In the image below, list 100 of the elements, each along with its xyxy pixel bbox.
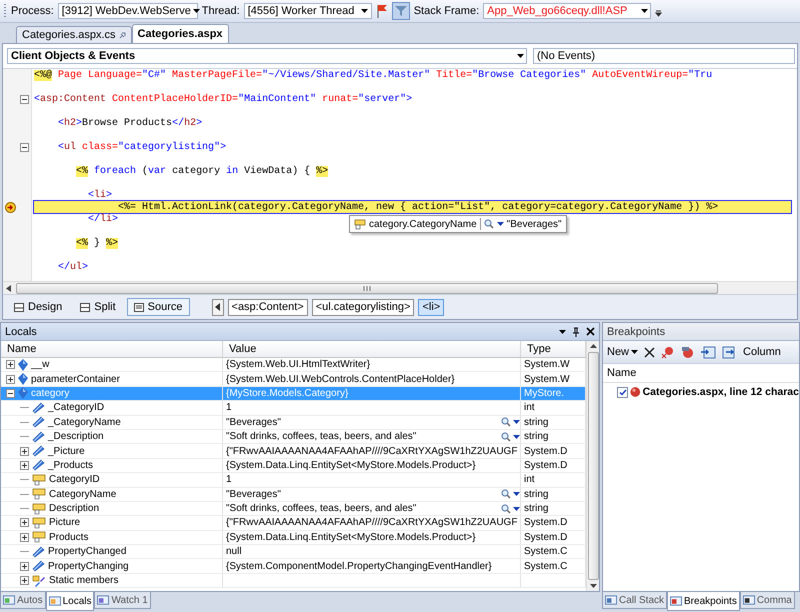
expand-icon[interactable] xyxy=(20,460,29,470)
thread-dropdown[interactable]: [4556] Worker Thread xyxy=(244,3,372,19)
value-cell: "Soft drinks, coffees, teas, beers, and ales" xyxy=(223,502,521,516)
search-icon[interactable] xyxy=(501,489,511,500)
locals-row[interactable]: PropertyChanged null System.C xyxy=(1,545,586,560)
value-cell: {"FRwvAAIAAAANAA4AFAAhAP////9CaXRtYXAgSW1hZ2UAUGF xyxy=(223,516,521,530)
caret-icon xyxy=(193,9,200,13)
locals-row[interactable]: CategoryName "Beverages" string xyxy=(1,488,586,502)
thread-label: Thread: xyxy=(202,5,240,17)
code-line: </ul> xyxy=(57,261,88,273)
variable-type: System.D xyxy=(524,460,568,471)
expand-icon[interactable] xyxy=(20,446,29,456)
view-icon xyxy=(80,302,90,312)
variable-name: __w xyxy=(31,359,50,370)
pin-icon[interactable] xyxy=(572,326,580,336)
locals-row[interactable]: _Picture {"FRwvAAIAAAANAA4AFAAhAP////9CaXRtYXAgSW1hZ2UAUGF System.D xyxy=(1,444,586,459)
search-icon[interactable] xyxy=(501,432,511,442)
field-icon xyxy=(32,560,45,572)
caret-icon[interactable] xyxy=(559,330,566,334)
locals-row[interactable]: __w {System.Web.UI.HtmlTextWriter} System.W xyxy=(1,358,586,372)
tool-window-tab[interactable]: Call Stack xyxy=(602,592,668,609)
scroll-left-button[interactable] xyxy=(212,298,224,316)
variable-name: Picture xyxy=(49,517,80,528)
variable-icon xyxy=(18,387,28,400)
flag-icon[interactable] xyxy=(376,4,388,18)
horizontal-scrollbar[interactable] xyxy=(3,281,797,294)
locals-row[interactable]: _CategoryName "Beverages" string xyxy=(1,416,586,430)
tool-window-tab[interactable]: Locals xyxy=(46,592,94,611)
delete-icon[interactable] xyxy=(644,346,656,358)
column-header[interactable]: Name xyxy=(1,341,223,357)
scroll-left-icon[interactable] xyxy=(6,284,12,292)
field-icon xyxy=(32,416,45,428)
caret-icon xyxy=(631,350,638,354)
tag-breadcrumb[interactable]: <li> xyxy=(418,298,444,316)
column-header[interactable]: Value xyxy=(223,341,521,357)
column-header[interactable]: Name xyxy=(603,364,799,383)
expand-icon[interactable] xyxy=(6,360,15,370)
locals-row[interactable]: _Description "Soft drinks, coffees, teas, beers, and ales" string xyxy=(1,430,586,444)
locals-row[interactable]: Products {System.Data.Linq.EntitySet<MyStore.Models.Product>} System.D xyxy=(1,530,586,546)
field-icon xyxy=(32,459,45,472)
locals-row[interactable]: CategoryID 1 int xyxy=(1,473,586,488)
view-tab[interactable]: Source xyxy=(126,298,190,316)
left-arrow-icon xyxy=(215,303,220,311)
expand-icon[interactable] xyxy=(6,374,15,384)
collapse-icon[interactable] xyxy=(20,94,29,104)
value-cell: {"FRwvAAIAAAANAA4AFAAhAP////9CaXRtYXAgSW1hZ2UAUGF xyxy=(223,444,521,458)
window-icon xyxy=(605,594,617,606)
events-dropdown[interactable]: (No Events) xyxy=(533,48,795,64)
document-tab[interactable]: Categories.aspx xyxy=(132,24,229,43)
locals-row[interactable]: PropertyChanging {System.ComponentModel.PropertyChangingEventHandler} System.C xyxy=(1,559,586,574)
search-icon[interactable] xyxy=(501,504,511,514)
value-cell: {System.ComponentModel.PropertyChangingEventHandler} xyxy=(223,559,521,573)
tool-window-tab[interactable]: Comma xyxy=(740,592,795,609)
tool-window-tab[interactable]: Watch 1 xyxy=(94,592,151,609)
locals-row[interactable]: _CategoryID 1 int xyxy=(1,401,586,416)
locals-row[interactable]: Picture {"FRwvAAIAAAANAA4AFAAhAP////9CaXRtYXAgSW1hZ2UAUGF System.D xyxy=(1,516,586,531)
vertical-scrollbar[interactable] xyxy=(586,341,599,591)
breakpoint-icon xyxy=(630,386,641,398)
field-icon xyxy=(32,445,45,458)
columns-button[interactable]: Column xyxy=(743,346,781,358)
scroll-down-icon[interactable] xyxy=(590,584,596,588)
collapse-icon[interactable] xyxy=(6,388,15,398)
field-icon xyxy=(32,402,45,414)
breakpoint-checkbox[interactable] xyxy=(617,386,628,398)
stack-frame-dropdown[interactable]: App_Web_go66ceqy.dll!ASP xyxy=(483,3,652,19)
check-icon xyxy=(618,388,626,396)
locals-row[interactable]: _Products {System.Data.Linq.EntitySet<MyStore.Models.Product>} System.D xyxy=(1,458,586,474)
value-cell: 1 xyxy=(223,401,521,415)
close-icon[interactable] xyxy=(586,327,595,336)
tag-breadcrumb[interactable]: <ul.categorylisting> xyxy=(312,298,414,316)
process-dropdown[interactable]: [3912] WebDev.WebServe xyxy=(58,3,198,19)
expand-icon[interactable] xyxy=(20,576,29,586)
view-icon xyxy=(14,302,24,312)
expand-icon[interactable] xyxy=(20,532,29,542)
caret-icon xyxy=(640,9,648,13)
search-icon[interactable] xyxy=(501,417,511,428)
variable-name: _CategoryName xyxy=(48,416,121,428)
collapse-icon[interactable] xyxy=(20,142,29,152)
new-button[interactable]: New xyxy=(607,346,638,358)
client-objects-dropdown[interactable]: Client Objects & Events xyxy=(7,48,527,64)
expand-icon[interactable] xyxy=(20,562,29,571)
tool-window-tab[interactable]: Autos xyxy=(0,592,46,609)
variable-name: _CategoryID xyxy=(48,402,104,414)
scroll-up-icon[interactable] xyxy=(590,344,596,348)
field-icon xyxy=(32,430,45,443)
search-icon[interactable] xyxy=(484,219,494,229)
grip-icon[interactable] xyxy=(363,286,371,290)
locals-row[interactable]: parameterContainer {System.Web.UI.WebControls.ContentPlaceHolder} System.W xyxy=(1,372,586,387)
document-tab[interactable]: Categories.aspx.cs xyxy=(16,26,132,43)
locals-row[interactable]: Description "Soft drinks, coffees, teas, beers, and ales" string xyxy=(1,502,586,516)
locals-row[interactable]: Static members xyxy=(1,574,586,588)
variable-type: int xyxy=(524,474,535,486)
property-icon xyxy=(32,516,46,529)
tool-window-tab[interactable]: Breakpoints xyxy=(667,592,740,611)
view-tab[interactable]: Design xyxy=(7,298,70,316)
expand-icon[interactable] xyxy=(20,518,29,528)
toolbar-grip-icon[interactable] xyxy=(4,3,7,19)
view-tab[interactable]: Split xyxy=(73,298,123,316)
value-cell: 1 xyxy=(223,473,521,487)
tag-breadcrumb[interactable]: <asp:Content> xyxy=(228,298,308,316)
